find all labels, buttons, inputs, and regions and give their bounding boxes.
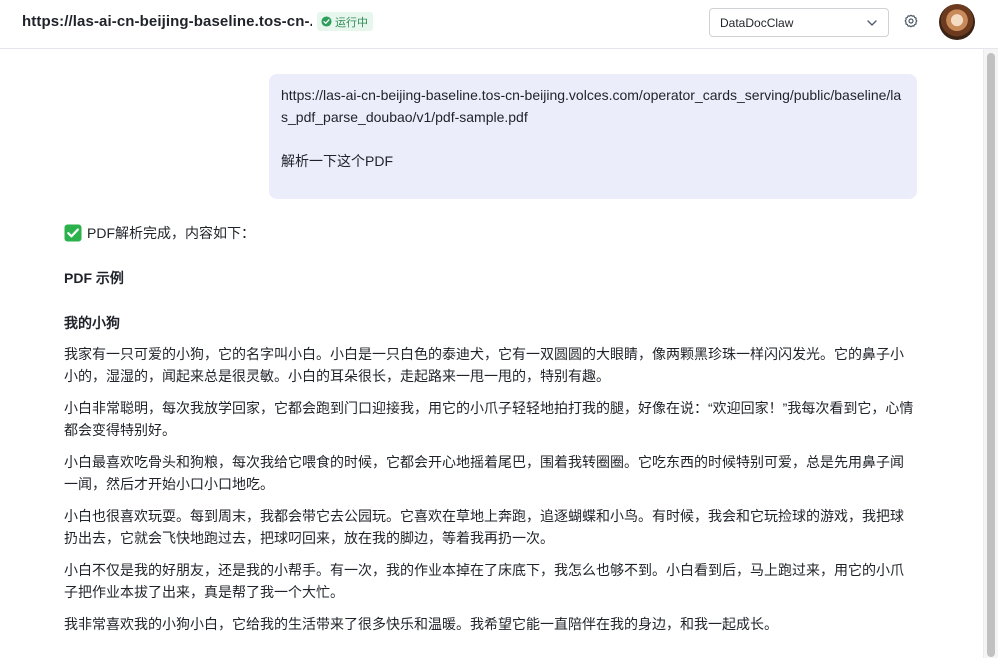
user-message-text: 解析一下这个PDF xyxy=(281,153,393,169)
avatar[interactable] xyxy=(939,4,975,40)
chat-area: https://las-ai-cn-beijing-baseline.tos-c… xyxy=(0,49,998,658)
check-mark-icon xyxy=(64,224,82,242)
check-circle-icon xyxy=(321,16,332,27)
model-select-value: DataDocClaw xyxy=(720,15,794,30)
paragraph: 小白不仅是我的好朋友，还是我的小帮手。有一次，我的作业本掉在了床底下，我怎么也够… xyxy=(64,562,904,600)
vertical-scrollbar[interactable] xyxy=(983,49,998,658)
gear-icon[interactable] xyxy=(903,13,919,29)
paragraph: 小白最喜欢吃骨头和狗粮，每次我给它喂食的时候，它都会开心地摇着尾巴，围着我转圈圈… xyxy=(64,454,904,492)
paragraph: 小白非常聪明，每次我放学回家，它都会跑到门口迎接我，用它的小爪子轻轻地拍打我的腿… xyxy=(64,400,914,438)
assistant-intro-text: PDF解析完成，内容如下： xyxy=(87,225,255,241)
assistant-message: PDF解析完成，内容如下： PDF 示例 我的小狗 我家有一只可爱的小狗，它的名… xyxy=(64,222,916,635)
chevron-down-icon xyxy=(867,19,877,26)
top-bar: https://las-ai-cn-beijing-baseline.tos-c… xyxy=(0,0,998,49)
app-window: https://las-ai-cn-beijing-baseline.tos-c… xyxy=(0,0,998,658)
user-message-bubble: https://las-ai-cn-beijing-baseline.tos-c… xyxy=(269,74,917,199)
status-label: 运行中 xyxy=(335,16,368,29)
assistant-intro-line: PDF解析完成，内容如下： xyxy=(64,222,916,244)
document-title: PDF 示例 xyxy=(64,270,124,286)
document-subtitle: 我的小狗 xyxy=(64,315,120,331)
page-url-title[interactable]: https://las-ai-cn-beijing-baseline.tos-c… xyxy=(22,13,312,30)
status-badge: 运行中 xyxy=(317,12,373,31)
paragraph: 小白也很喜欢玩耍。每到周末，我都会带它去公园玩。它喜欢在草地上奔跑，追逐蝴蝶和小… xyxy=(64,508,904,546)
paragraph: 我家有一只可爱的小狗，它的名字叫小白。小白是一只白色的泰迪犬，它有一双圆圆的大眼… xyxy=(64,346,904,384)
user-message-link: https://las-ai-cn-beijing-baseline.tos-c… xyxy=(281,87,902,125)
scrollbar-thumb[interactable] xyxy=(987,53,995,657)
model-select[interactable]: DataDocClaw xyxy=(709,8,889,37)
paragraph: 我非常喜欢我的小狗小白，它给我的生活带来了很多快乐和温暖。我希望它能一直陪伴在我… xyxy=(64,616,778,632)
